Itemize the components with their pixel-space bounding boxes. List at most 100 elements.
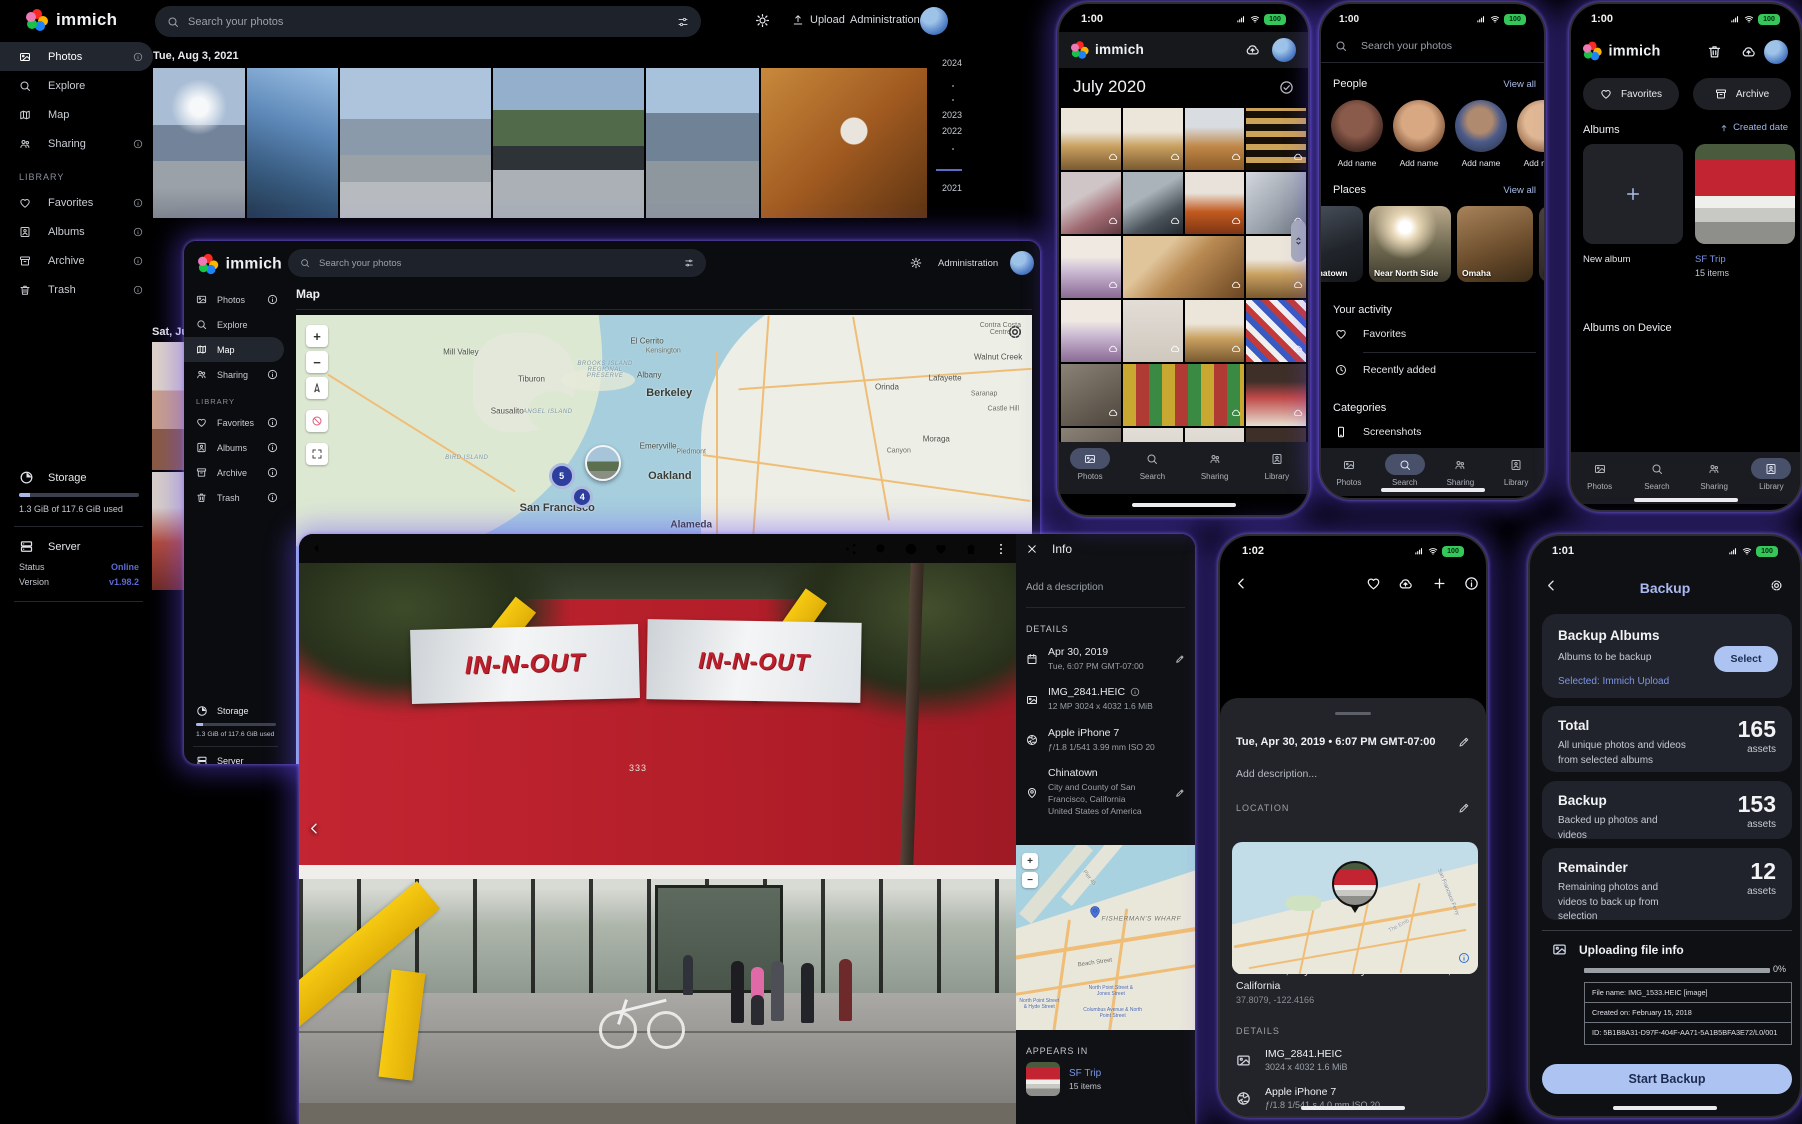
sidebar-item-archive[interactable]: Archive bbox=[0, 246, 153, 275]
photo-cell[interactable] bbox=[1123, 172, 1183, 234]
delete-icon[interactable] bbox=[956, 542, 986, 556]
albums-sort-button[interactable]: Created date bbox=[1719, 122, 1788, 133]
photo-cell[interactable] bbox=[1246, 300, 1306, 362]
photo-thumbnail[interactable] bbox=[340, 68, 491, 218]
info-icon[interactable] bbox=[133, 256, 143, 266]
map-theme-button[interactable] bbox=[306, 410, 328, 432]
new-album-card[interactable] bbox=[1583, 144, 1683, 244]
photo-thumbnail[interactable] bbox=[761, 68, 927, 218]
person-item[interactable]: Add name bbox=[1393, 100, 1445, 168]
attribution-info-icon[interactable] bbox=[1458, 952, 1470, 964]
nav-sharing[interactable]: Sharing bbox=[1687, 458, 1741, 491]
administration-link[interactable]: Administration bbox=[938, 258, 998, 269]
photo-thumbnail[interactable] bbox=[646, 68, 759, 218]
album-name[interactable]: SF Trip bbox=[1695, 254, 1726, 265]
select-button[interactable]: Select bbox=[1714, 646, 1778, 672]
photo-cell[interactable] bbox=[1123, 364, 1245, 426]
info-icon[interactable] bbox=[133, 52, 143, 62]
info-icon[interactable] bbox=[896, 542, 926, 556]
user-avatar[interactable] bbox=[920, 7, 948, 35]
share-icon[interactable] bbox=[836, 542, 866, 556]
start-backup-button[interactable]: Start Backup bbox=[1542, 1064, 1792, 1094]
archive-button[interactable]: Archive bbox=[1693, 78, 1791, 110]
album-link-row[interactable]: SF Trip15 items bbox=[1026, 1062, 1101, 1096]
sidebar-item-archive[interactable]: Archive bbox=[184, 460, 284, 485]
search-input[interactable]: Search your photos bbox=[288, 249, 706, 277]
nav-search[interactable]: Search bbox=[1630, 458, 1684, 491]
sidebar-item-favorites[interactable]: Favorites bbox=[0, 188, 153, 217]
trash-icon[interactable] bbox=[1707, 44, 1722, 59]
photo-cell[interactable] bbox=[1185, 300, 1245, 362]
theme-icon[interactable] bbox=[910, 257, 922, 269]
map-zoom-out-button[interactable]: − bbox=[1022, 872, 1038, 888]
filter-icon[interactable] bbox=[684, 258, 694, 268]
nav-search[interactable]: Search bbox=[1125, 448, 1179, 481]
map-cluster-marker[interactable]: 4 bbox=[571, 486, 593, 508]
favorites-button[interactable]: Favorites bbox=[1583, 78, 1679, 110]
photo-thumbnail[interactable] bbox=[152, 342, 184, 470]
people-view-all[interactable]: View all bbox=[1503, 79, 1536, 90]
administration-link[interactable]: Administration bbox=[850, 14, 920, 26]
location-map[interactable]: San Francisco Ferry The Emb bbox=[1232, 842, 1478, 974]
photo-cell[interactable] bbox=[1061, 364, 1121, 426]
photo-innout[interactable]: IN-N-OUT IN-N-OUT 333 bbox=[299, 563, 1016, 1124]
sidebar-item-sharing[interactable]: Sharing bbox=[184, 362, 284, 387]
nav-library[interactable]: Library bbox=[1250, 448, 1304, 481]
immich-logo[interactable]: immich bbox=[198, 254, 282, 274]
place-card[interactable]: Chinatown bbox=[1319, 206, 1363, 282]
filter-icon[interactable] bbox=[677, 16, 689, 28]
photo-thumbnail[interactable] bbox=[152, 472, 184, 590]
sidebar-item-map[interactable]: Map bbox=[184, 337, 284, 362]
sidebar-item-explore[interactable]: Explore bbox=[0, 71, 153, 100]
map-cluster-marker[interactable]: 5 bbox=[549, 463, 575, 489]
info-icon[interactable] bbox=[133, 198, 143, 208]
photo-cell[interactable] bbox=[1061, 428, 1121, 442]
user-avatar[interactable] bbox=[1764, 40, 1788, 64]
sheet-drag-handle[interactable] bbox=[1335, 712, 1371, 715]
photo-cell[interactable] bbox=[1246, 108, 1306, 170]
info-icon[interactable] bbox=[267, 442, 278, 453]
map-photo-marker[interactable] bbox=[585, 445, 621, 481]
nav-sharing[interactable]: Sharing bbox=[1433, 454, 1487, 487]
immich-logo[interactable]: immich bbox=[26, 9, 117, 31]
person-item[interactable]: Add name bbox=[1331, 100, 1383, 168]
place-card[interactable]: Pi bbox=[1539, 206, 1546, 282]
nav-sharing[interactable]: Sharing bbox=[1188, 448, 1242, 481]
nav-search[interactable]: Search bbox=[1378, 454, 1432, 487]
sidebar-item-map[interactable]: Map bbox=[0, 100, 153, 129]
info-icon[interactable] bbox=[133, 285, 143, 295]
photo-cell[interactable] bbox=[1246, 428, 1306, 442]
back-chevron-icon[interactable] bbox=[1234, 576, 1249, 591]
photo-cell[interactable] bbox=[1185, 172, 1245, 234]
photo-cell[interactable] bbox=[1061, 300, 1121, 362]
sidebar-item-favorites[interactable]: Favorites bbox=[184, 410, 284, 435]
close-icon[interactable] bbox=[1026, 543, 1038, 555]
nav-library[interactable]: Library bbox=[1489, 454, 1543, 487]
zoom-icon[interactable] bbox=[866, 542, 896, 556]
search-input[interactable]: Search your photos bbox=[155, 6, 701, 37]
photo-cell[interactable] bbox=[1061, 172, 1121, 234]
map-settings-gear-icon[interactable] bbox=[1006, 323, 1024, 341]
description-input[interactable]: Add description... bbox=[1220, 748, 1486, 780]
cloud-sync-icon[interactable] bbox=[1245, 42, 1260, 57]
info-icon[interactable] bbox=[267, 369, 278, 380]
pencil-icon[interactable] bbox=[1175, 767, 1185, 817]
info-icon[interactable] bbox=[133, 227, 143, 237]
map-zoom-out-button[interactable]: − bbox=[306, 351, 328, 373]
photo-cell[interactable] bbox=[1185, 428, 1245, 442]
sidebar-item-trash[interactable]: Trash bbox=[0, 275, 153, 304]
theme-icon[interactable] bbox=[755, 13, 770, 28]
info-icon[interactable] bbox=[267, 492, 278, 503]
photo-cell[interactable] bbox=[1061, 236, 1121, 298]
plus-icon[interactable] bbox=[1432, 576, 1447, 591]
photo-cell[interactable] bbox=[1123, 300, 1183, 362]
photo-thumbnail[interactable] bbox=[493, 68, 644, 218]
photo-cell[interactable] bbox=[1185, 108, 1245, 170]
gear-icon[interactable] bbox=[1769, 578, 1784, 593]
nav-photos[interactable]: Photos bbox=[1573, 458, 1627, 491]
info-icon[interactable] bbox=[267, 467, 278, 478]
screenshots-row[interactable]: Screenshots bbox=[1335, 426, 1421, 438]
photo-cell[interactable] bbox=[1123, 236, 1245, 298]
search-input[interactable]: Search your photos bbox=[1335, 40, 1452, 52]
person-item[interactable]: Add name bbox=[1517, 100, 1546, 168]
